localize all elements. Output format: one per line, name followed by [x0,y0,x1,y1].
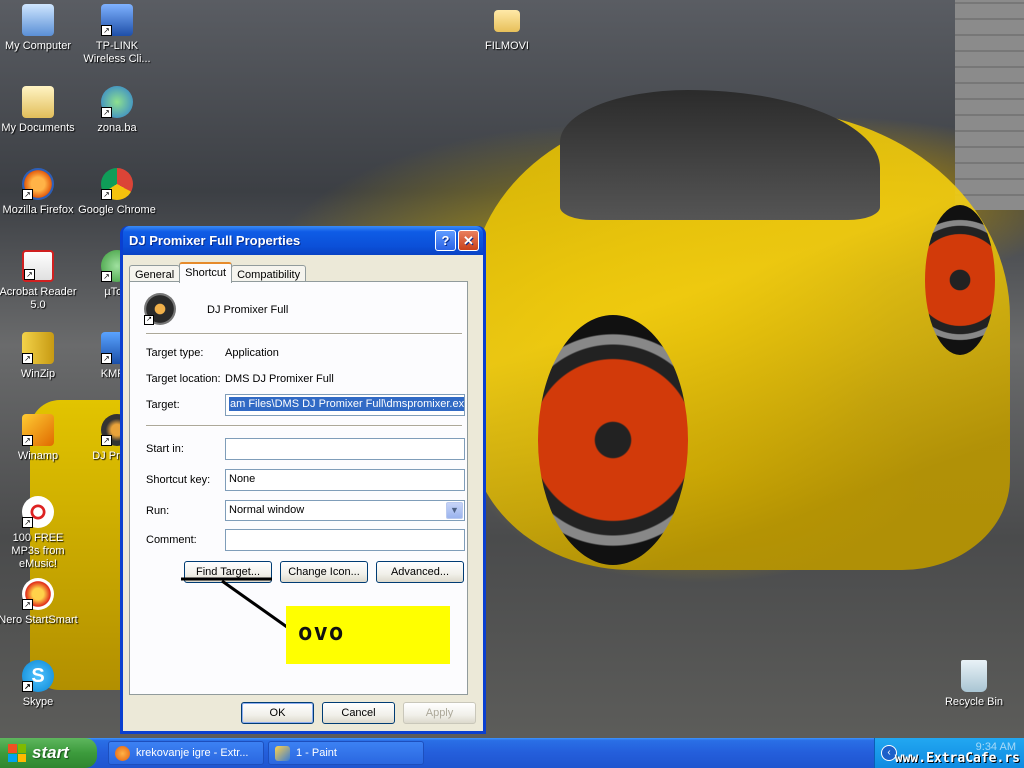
taskbar-item-paint[interactable]: 1 - Paint [268,741,424,765]
taskbar-item-label: krekovanje igre - Extr... [136,747,249,759]
tab-shortcut[interactable]: Shortcut [179,262,233,283]
taskbar: start krekovanje igre - Extr... 1 - Pain… [0,738,1024,768]
windows-flag-icon [8,744,26,762]
watermark: www.ExtraCafe.rs [894,751,1020,766]
annotation-arrow-line [221,579,288,629]
start-button[interactable]: start [0,738,97,768]
taskbar-item-firefox[interactable]: krekovanje igre - Extr... [108,741,264,765]
start-label: start [32,743,69,762]
system-tray: ‹ 9:34 AM www.ExtraCafe.rs [874,738,1024,768]
annotation-note: ovo [286,606,450,664]
paint-icon [275,745,290,761]
taskbar-item-label: 1 - Paint [296,747,337,759]
annotation-marks [181,577,288,629]
firefox-icon [115,745,130,761]
